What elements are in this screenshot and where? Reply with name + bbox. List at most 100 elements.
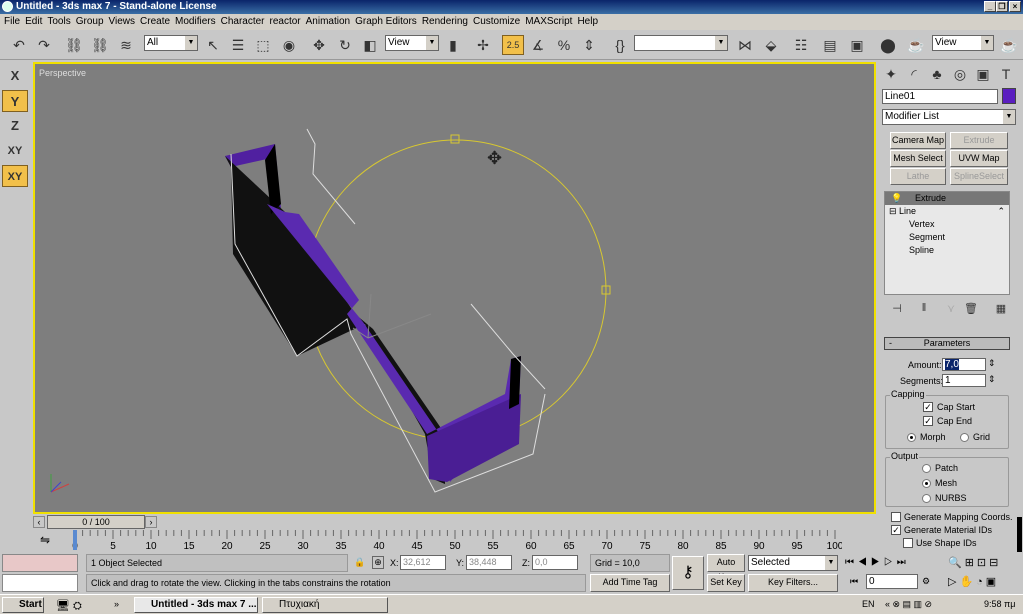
remove-modifier-icon[interactable]: 🗑 <box>960 298 982 318</box>
gen-mapping-checkbox[interactable] <box>891 512 901 522</box>
selection-lock-icon[interactable]: 🔒 <box>354 557 365 568</box>
quick-launch-icons[interactable]: 🖥 ⛭ <box>56 599 82 613</box>
undo-icon[interactable]: ↶ <box>8 35 30 55</box>
lightbulb-icon[interactable]: 💡 <box>891 192 902 205</box>
current-frame-marker[interactable] <box>73 530 77 550</box>
set-key-button[interactable]: Set Key <box>707 574 745 592</box>
patch-radio[interactable] <box>922 464 931 473</box>
menu-graph-editors[interactable]: Graph Editors <box>355 14 422 30</box>
constraint-xy-flyout[interactable]: XY <box>2 165 28 187</box>
stack-spline[interactable]: Spline <box>885 244 1009 257</box>
mini-curve-editor-icon[interactable]: ⇋ <box>40 533 50 547</box>
window-crossing-icon[interactable]: ◉ <box>278 35 300 55</box>
mirror-icon[interactable]: ⋈ <box>734 35 756 55</box>
amount-input[interactable]: 7,0 <box>942 358 986 371</box>
x-coord-input[interactable]: 32,612 <box>400 555 446 570</box>
segments-spinner[interactable]: ⇕ <box>988 374 996 385</box>
modify-tab-icon[interactable]: ◜ <box>903 64 925 84</box>
constraint-xy[interactable]: XY <box>2 140 28 162</box>
task-folder[interactable]: Πτυχιακή <box>262 597 388 613</box>
menu-file[interactable]: File <box>4 14 25 30</box>
create-tab-icon[interactable]: ✦ <box>880 64 902 84</box>
pivot-center-icon[interactable]: ▮ <box>442 35 464 55</box>
cap-start-checkbox[interactable]: ✓ <box>923 402 933 412</box>
pin-stack-icon[interactable]: ⊣ <box>886 298 908 318</box>
next-frame-icon[interactable]: › <box>145 516 157 528</box>
menu-edit[interactable]: Edit <box>25 14 47 30</box>
set-key-icon[interactable]: ⚷ <box>672 556 704 590</box>
ref-coord-dropdown[interactable]: View <box>385 35 439 51</box>
utilities-tab-icon[interactable]: T <box>995 64 1017 84</box>
language-indicator[interactable]: EN <box>862 599 875 609</box>
menu-tools[interactable]: Tools <box>47 14 75 30</box>
object-name-input[interactable]: Line01 <box>882 89 998 104</box>
absolute-mode-icon[interactable]: ⊕ <box>372 556 384 569</box>
task-3dsmax[interactable]: Untitled - 3ds max 7 ... <box>134 597 258 613</box>
more-icons-chevron[interactable]: » <box>114 599 119 609</box>
z-coord-input[interactable]: 0,0 <box>532 555 578 570</box>
key-mode-toggle-icon[interactable]: ⏮ <box>850 576 858 587</box>
start-button[interactable]: Start <box>2 597 44 613</box>
spinner-snap-icon[interactable]: ⇕ <box>578 35 600 55</box>
schematic-view-icon[interactable]: ▣ <box>846 35 868 55</box>
uvw-map-button[interactable]: UVW Map <box>950 150 1008 167</box>
object-color-swatch[interactable] <box>1002 88 1016 104</box>
select-link-icon[interactable]: ⛓ <box>63 35 85 55</box>
auto-key-button[interactable]: Auto Key <box>707 554 745 582</box>
grid-radio[interactable] <box>960 433 969 442</box>
current-frame-input[interactable]: 0 <box>866 574 918 589</box>
make-unique-icon[interactable]: ⋎ <box>940 298 962 318</box>
mesh-radio[interactable] <box>922 479 931 488</box>
maxscript-listener-pink[interactable] <box>2 554 78 572</box>
time-slider-thumb[interactable]: 0 / 100 <box>47 515 145 529</box>
panel-scrollbar[interactable] <box>1017 517 1022 552</box>
redo-icon[interactable]: ↷ <box>33 35 55 55</box>
stack-vertex[interactable]: Vertex <box>885 218 1009 231</box>
configure-modifier-sets-icon[interactable]: ▦ <box>990 298 1012 318</box>
menu-group[interactable]: Group <box>76 14 109 30</box>
motion-tab-icon[interactable]: ◎ <box>949 64 971 84</box>
show-end-result-icon[interactable]: ‖ <box>913 298 935 318</box>
named-selection-dropdown[interactable] <box>634 35 728 51</box>
playback-controls[interactable]: ⏮◀▶▷⏭ <box>845 557 910 568</box>
menu-modifiers[interactable]: Modifiers <box>175 14 221 30</box>
render-scene-icon[interactable]: ☕ <box>905 35 927 55</box>
maxscript-listener-white[interactable] <box>2 574 78 592</box>
align-icon[interactable]: ⬙ <box>760 35 782 55</box>
amount-spinner[interactable]: ⇕ <box>988 358 996 369</box>
constraint-z[interactable]: Z <box>2 115 28 137</box>
menu-views[interactable]: Views <box>109 14 141 30</box>
bind-space-warp-icon[interactable]: ≋ <box>115 35 137 55</box>
segments-input[interactable]: 1 <box>942 374 986 387</box>
camera-map-button[interactable]: Camera Map <box>890 132 946 149</box>
track-bar[interactable]: 0510152025303540455055606570758085909510… <box>70 530 844 552</box>
minimize-button[interactable]: _ <box>984 1 996 12</box>
manipulate-icon[interactable]: ✢ <box>472 35 494 55</box>
menu-customize[interactable]: Customize <box>473 14 525 30</box>
key-filters-button[interactable]: Key Filters... <box>748 574 838 592</box>
menu-create[interactable]: Create <box>140 14 175 30</box>
menu-help[interactable]: Help <box>577 14 603 30</box>
select-by-name-icon[interactable]: ☰ <box>227 35 249 55</box>
mesh-select-button[interactable]: Mesh Select <box>890 150 946 167</box>
stack-segment[interactable]: Segment <box>885 231 1009 244</box>
parameters-rollout-header[interactable]: - Parameters <box>884 337 1010 350</box>
layer-manager-icon[interactable]: ☷ <box>790 35 812 55</box>
constraint-y[interactable]: Y <box>2 90 28 112</box>
stack-item-extrude[interactable]: 💡 Extrude <box>885 192 1009 205</box>
prev-frame-icon[interactable]: ‹ <box>33 516 45 528</box>
perspective-viewport[interactable]: Perspective ✥ <box>33 62 876 514</box>
key-mode-dropdown[interactable]: Selected <box>748 555 838 571</box>
rect-selection-icon[interactable]: ⬚ <box>252 35 274 55</box>
material-editor-icon[interactable]: ⬤ <box>877 35 899 55</box>
time-config-icon[interactable]: ⚙ <box>922 576 930 587</box>
gen-matids-checkbox[interactable]: ✓ <box>891 525 901 535</box>
close-button[interactable]: × <box>1009 1 1021 12</box>
edit-named-selection-icon[interactable]: {} <box>609 35 631 55</box>
curve-editor-icon[interactable]: ▤ <box>819 35 841 55</box>
nurbs-radio[interactable] <box>922 494 931 503</box>
tray-icons[interactable]: « ⊗ ▤ ▥ ⊘ <box>885 599 932 610</box>
percent-snap-icon[interactable]: % <box>553 35 575 55</box>
unlink-icon[interactable]: ⛓ <box>89 35 111 55</box>
viewport-nav-top[interactable]: 🔍⊞⊡⊟ <box>948 556 1001 569</box>
